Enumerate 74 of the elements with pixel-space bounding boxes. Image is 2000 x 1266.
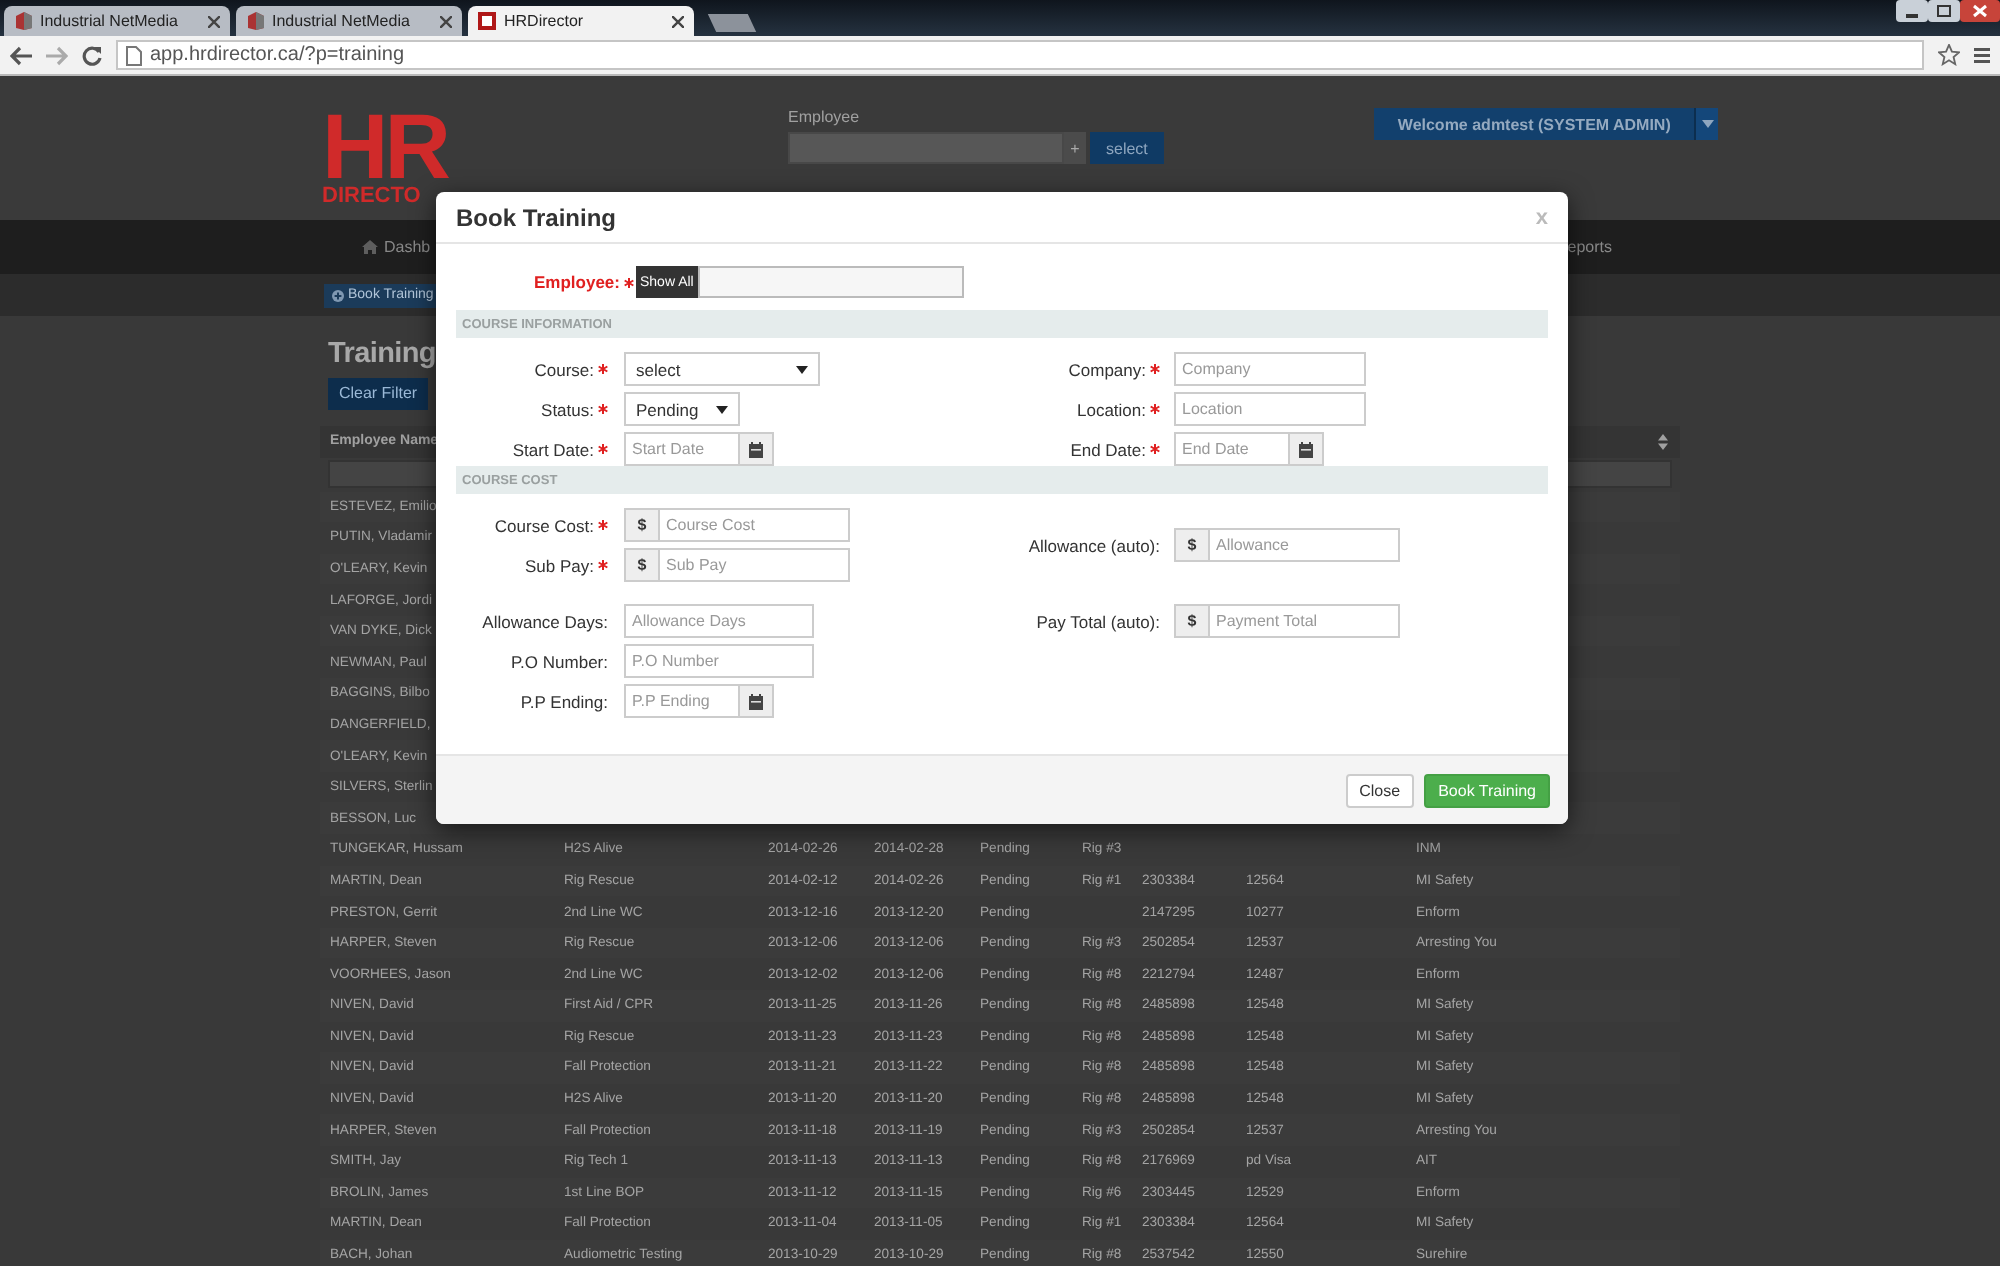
field-label: Course: [456, 359, 608, 379]
field-label: Employee [788, 108, 862, 126]
reload-icon[interactable] [82, 45, 102, 65]
amount-field[interactable]: Allowance [1208, 528, 1400, 562]
calendar-button[interactable] [740, 432, 774, 466]
field-label: P.P Ending: [518, 691, 608, 711]
welcome-button[interactable]: Welcome admtest (SYSTEM ADMIN) [1373, 108, 1695, 140]
currency-addon: $ [1174, 528, 1208, 562]
employee-field[interactable] [697, 266, 964, 298]
close-icon[interactable] [208, 15, 220, 27]
logo-text: DIRECTO [322, 186, 423, 208]
browser-tab[interactable]: Industrial NetMedia [236, 6, 462, 36]
calendar-button[interactable] [740, 684, 774, 718]
date-field[interactable]: Start Date [624, 432, 740, 466]
employee-field[interactable] [788, 132, 1064, 164]
clear-filter-button[interactable]: Clear Filter [328, 377, 428, 409]
sort-icon[interactable] [1658, 433, 1668, 449]
home-icon [362, 240, 378, 254]
currency-addon: $ [624, 548, 658, 582]
caret-icon [716, 405, 728, 413]
close-icon[interactable] [672, 15, 684, 27]
date-field[interactable]: P.P Ending [624, 684, 740, 718]
calendar-icon [748, 693, 764, 709]
amount-field[interactable]: Course Cost [658, 508, 850, 542]
text-field[interactable]: Location [1174, 392, 1366, 426]
new-tab-button[interactable] [707, 14, 757, 32]
browser-tab[interactable]: HRDirector [468, 6, 694, 36]
dropdown-button[interactable] [1694, 108, 1719, 140]
select-button[interactable]: select [1090, 132, 1164, 164]
calendar-button[interactable] [1290, 432, 1324, 466]
text-field[interactable]: Company [1174, 352, 1366, 386]
text-field[interactable]: P.O Number [624, 644, 814, 678]
calendar-icon [748, 441, 764, 457]
calendar-icon [1298, 441, 1314, 457]
star-icon[interactable] [1938, 44, 1960, 66]
browser-tab[interactable]: Industrial NetMedia [4, 6, 230, 36]
field-label: Company: [1000, 359, 1160, 379]
back-icon[interactable] [10, 45, 32, 65]
dropdown[interactable]: select [624, 352, 820, 386]
text-field[interactable]: Allowance Days [624, 604, 814, 638]
field-label: Allowance Days: [480, 611, 608, 631]
page-title: Training [328, 336, 436, 372]
dropdown[interactable]: Pending [624, 392, 740, 426]
field-label: Pay Total (auto): [1034, 611, 1160, 631]
add-addon[interactable]: + [1064, 132, 1086, 164]
field-label: P.O Number: [508, 651, 608, 671]
date-field[interactable]: End Date [1174, 432, 1290, 466]
currency-addon: $ [624, 508, 658, 542]
field-label: Start Date: [456, 439, 608, 459]
amount-field[interactable]: Payment Total [1208, 604, 1400, 638]
maximize-icon[interactable] [1928, 0, 1960, 22]
close-icon[interactable] [1960, 0, 2000, 22]
caret-icon [1701, 120, 1714, 128]
address-bar[interactable]: app.hrdirector.ca/?p=training [116, 40, 1924, 70]
field-label: Status: [456, 399, 608, 419]
nav-link[interactable]: eports [1567, 238, 1612, 256]
minimize-icon[interactable] [1896, 0, 1928, 22]
field-label: Allowance (auto): [1026, 535, 1160, 555]
close-icon[interactable] [440, 15, 452, 27]
field-label: Course Cost: [456, 515, 608, 535]
currency-addon: $ [1174, 604, 1208, 638]
logo-mark: HR [322, 106, 446, 186]
caret-icon [796, 365, 808, 373]
field-label: Location: [1000, 399, 1160, 419]
plus-circle-icon [332, 289, 344, 301]
modal-title: Book Training [456, 203, 617, 231]
field-label: Employee: [534, 272, 634, 292]
url-text: app.hrdirector.ca/?p=training [150, 44, 405, 66]
field-label: End Date: [1000, 439, 1160, 459]
close-button[interactable]: Close [1345, 773, 1415, 807]
menu-icon[interactable] [1974, 46, 1990, 64]
amount-field[interactable]: Sub Pay [658, 548, 850, 582]
field-label: Sub Pay: [456, 555, 608, 575]
nav-link[interactable]: Dashb [362, 238, 431, 256]
